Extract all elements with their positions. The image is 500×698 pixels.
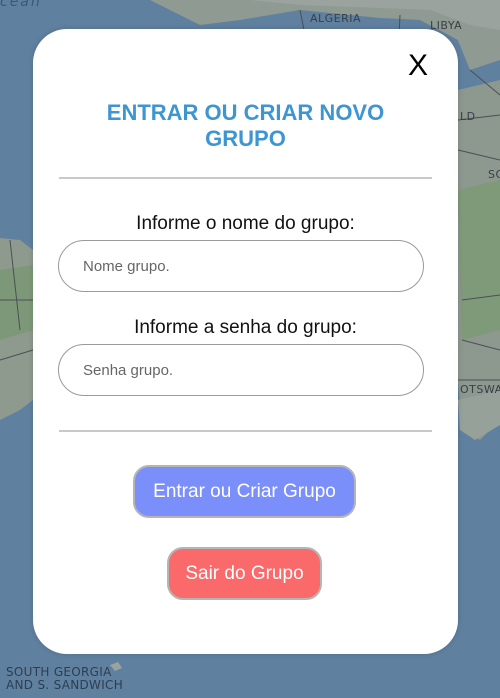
group-modal: X ENTRAR OU CRIAR NOVO GRUPO Informe o n… [33, 29, 458, 654]
leave-group-button[interactable]: Sair do Grupo [167, 547, 322, 600]
enter-or-create-group-button[interactable]: Entrar ou Criar Grupo [133, 465, 356, 518]
map-label-edge-3: OTSWA [460, 383, 500, 396]
close-button[interactable]: X [408, 49, 428, 83]
top-divider [59, 177, 432, 179]
map-label-algeria: ALGERIA [310, 12, 362, 25]
group-name-input[interactable] [58, 240, 424, 292]
ocean-label: cean [0, 0, 42, 10]
map-label-south-georgia: SOUTH GEORGIA AND S. SANDWICH [6, 666, 123, 692]
group-password-label: Informe a senha do grupo: [134, 317, 357, 338]
group-name-label: Informe o nome do grupo: [136, 213, 355, 234]
map-label-south-georgia-line2: AND S. SANDWICH [6, 678, 124, 692]
map-label-edge-2: SO [488, 168, 500, 181]
map-label-edge-1: LD [460, 110, 476, 123]
bottom-divider [59, 430, 432, 432]
modal-title: ENTRAR OU CRIAR NOVO GRUPO [106, 100, 385, 151]
group-password-input[interactable] [58, 344, 424, 396]
